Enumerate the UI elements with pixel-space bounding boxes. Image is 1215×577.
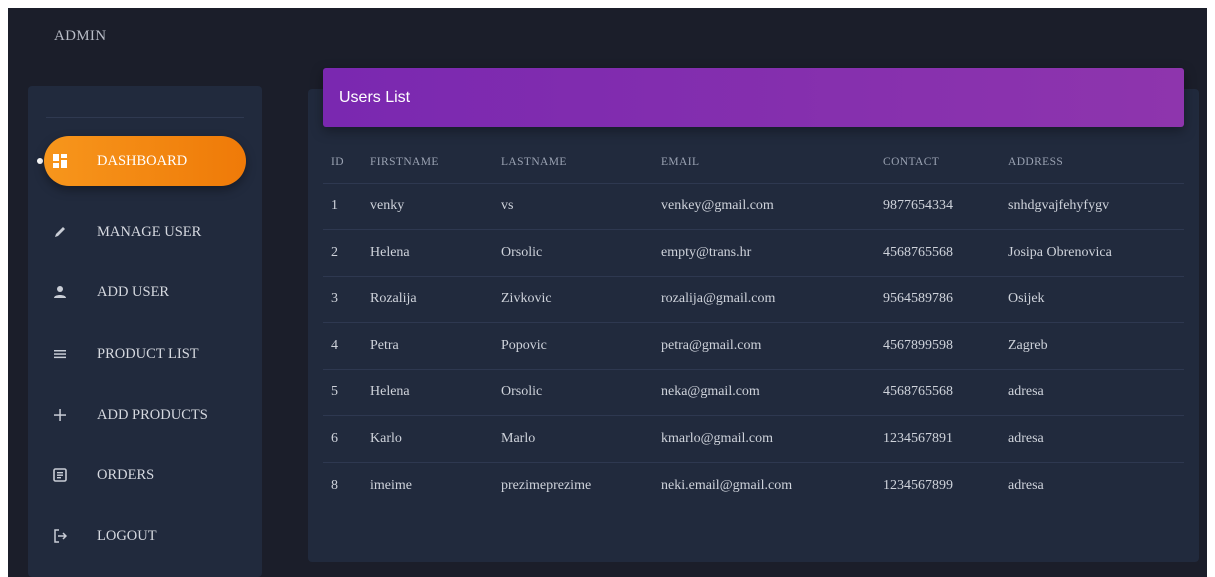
cell-email: venkey@gmail.com [653, 182, 875, 230]
cell-email: petra@gmail.com [653, 322, 875, 369]
column-header-id: ID [331, 156, 344, 169]
cell-address: snhdgvajfehyfygv [1000, 182, 1184, 230]
cell-contact: 4567899598 [875, 322, 1000, 369]
table-row[interactable]: 2 Helena Orsolic empty@trans.hr 4568765568 Jo… [323, 229, 1184, 276]
table-row[interactable]: 8 imeime prezimeprezime neki.email@gmail.co… [323, 461, 1184, 509]
sidebar-item-label: PRODUCT LIST [97, 345, 199, 362]
cell-id: 5 [323, 368, 362, 416]
list-icon [52, 346, 68, 362]
dashboard-icon [52, 153, 68, 169]
cell-lastname: Orsolic [493, 229, 653, 276]
cell-address: adresa [1000, 461, 1184, 509]
cell-contact: 4568765568 [875, 229, 1000, 276]
cell-firstname: Helena [362, 229, 493, 276]
cell-address: Osijek [1000, 275, 1184, 323]
cell-id: 1 [323, 182, 362, 230]
sidebar-item-label: MANAGE USER [97, 223, 202, 240]
cell-email: neka@gmail.com [653, 368, 875, 416]
cell-firstname: venky [362, 182, 493, 230]
table-row[interactable]: 3 Rozalija Zivkovic rozalija@gmail.com 95645… [323, 275, 1184, 323]
column-header-lastname: LASTNAME [501, 156, 567, 169]
sidebar-item-add-products[interactable]: ADD PRODUCTS [28, 390, 262, 440]
sidebar-item-label: ADD USER [97, 283, 170, 300]
users-list-title: Users List [339, 88, 411, 106]
users-list-header: Users List [323, 68, 1184, 127]
column-header-firstname: FIRSTNAME [370, 156, 439, 169]
cell-address: Josipa Obrenovica [1000, 229, 1184, 276]
cell-email: rozalija@gmail.com [653, 275, 875, 323]
users-table: ID FIRSTNAME LASTNAME EMAIL CONTACT ADDR… [323, 142, 1184, 509]
cell-lastname: Zivkovic [493, 275, 653, 323]
sidebar-item-orders[interactable]: ORDERS [28, 450, 262, 500]
cell-firstname: imeime [362, 461, 493, 509]
cell-contact: 1234567899 [875, 461, 1000, 509]
sidebar-item-logout[interactable]: LOGOUT [28, 511, 262, 561]
cell-id: 8 [323, 461, 362, 509]
app-shell: ADMIN DASHBOARD MANAGE USER ADD USER PRO… [8, 8, 1207, 577]
cell-address: adresa [1000, 415, 1184, 462]
sidebar-item-label: DASHBOARD [97, 152, 188, 169]
sidebar-item-add-user[interactable]: ADD USER [28, 267, 262, 317]
brand-title: ADMIN [54, 28, 107, 44]
cell-lastname: vs [493, 182, 653, 230]
cell-contact: 1234567891 [875, 415, 1000, 462]
cell-firstname: Karlo [362, 415, 493, 462]
cell-address: Zagreb [1000, 322, 1184, 369]
cell-contact: 9877654334 [875, 182, 1000, 230]
column-header-contact: CONTACT [883, 156, 940, 169]
table-row[interactable]: 1 venky vs venkey@gmail.com 9877654334 snhdgv… [323, 182, 1184, 230]
cell-email: empty@trans.hr [653, 229, 875, 276]
cell-id: 3 [323, 275, 362, 323]
cell-firstname: Helena [362, 368, 493, 416]
plus-icon [52, 407, 68, 423]
cell-address: adresa [1000, 368, 1184, 416]
sidebar: DASHBOARD MANAGE USER ADD USER PRODUCT L… [28, 86, 262, 577]
cell-lastname: Marlo [493, 415, 653, 462]
cell-email: neki.email@gmail.com [653, 461, 875, 509]
cell-contact: 4568765568 [875, 368, 1000, 416]
table-row[interactable]: 5 Helena Orsolic neka@gmail.com 4568765568 ad… [323, 368, 1184, 416]
cell-email: kmarlo@gmail.com [653, 415, 875, 462]
sidebar-divider [46, 117, 244, 118]
cell-id: 2 [323, 229, 362, 276]
sidebar-item-label: ORDERS [97, 466, 155, 483]
sidebar-item-manage-user[interactable]: MANAGE USER [28, 207, 262, 257]
sidebar-item-product-list[interactable]: PRODUCT LIST [28, 329, 262, 379]
cell-id: 4 [323, 322, 362, 369]
sidebar-item-label: ADD PRODUCTS [97, 406, 208, 423]
logout-icon [52, 528, 68, 544]
person-icon [52, 284, 68, 300]
cell-firstname: Petra [362, 322, 493, 369]
cell-lastname: prezimeprezime [493, 461, 653, 509]
table-row[interactable]: 4 Petra Popovic petra@gmail.com 4567899598 Za… [323, 322, 1184, 369]
active-indicator-dot [37, 158, 43, 164]
orders-icon [52, 467, 68, 483]
column-header-email: EMAIL [661, 156, 700, 169]
column-header-address: ADDRESS [1008, 156, 1064, 169]
sidebar-item-dashboard[interactable]: DASHBOARD [44, 136, 246, 186]
cell-id: 6 [323, 415, 362, 462]
cell-lastname: Orsolic [493, 368, 653, 416]
cell-firstname: Rozalija [362, 275, 493, 323]
cell-lastname: Popovic [493, 322, 653, 369]
sidebar-item-label: LOGOUT [97, 527, 157, 544]
cell-contact: 9564589786 [875, 275, 1000, 323]
table-row[interactable]: 6 Karlo Marlo kmarlo@gmail.com 1234567891 adr… [323, 415, 1184, 462]
pencil-icon [52, 224, 68, 240]
table-header-row: ID FIRSTNAME LASTNAME EMAIL CONTACT ADDR… [323, 142, 1184, 183]
